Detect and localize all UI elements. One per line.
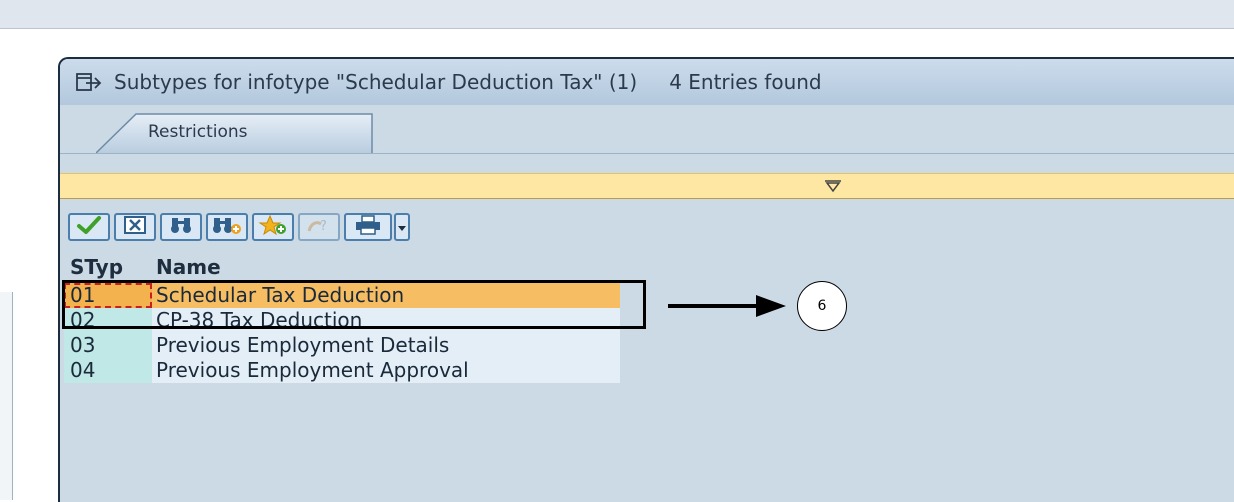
tab-restrictions-label: Restrictions	[148, 122, 248, 142]
background-window-header	[0, 0, 1234, 29]
binoculars-plus-icon	[212, 215, 242, 239]
subtype-name[interactable]: Previous Employment Approval	[152, 358, 620, 383]
print-icon	[353, 215, 383, 239]
restrictions-collapse-bar[interactable]	[60, 173, 1234, 199]
dialog-toolbar: ?	[60, 209, 410, 245]
dialog-title: Subtypes for infotype "Schedular Deducti…	[114, 70, 638, 94]
column-header-styp[interactable]: STyp	[64, 251, 152, 283]
subtype-code[interactable]: 03	[64, 333, 152, 358]
help-icon: ?	[305, 215, 333, 239]
annotation-step-badge: 6	[797, 281, 847, 331]
column-header-name[interactable]: Name	[152, 251, 620, 283]
table-header-row: STyp Name	[64, 251, 620, 283]
find-button[interactable]	[160, 213, 202, 241]
collapse-triangle-icon[interactable]	[824, 178, 842, 193]
svg-text:?: ?	[320, 219, 327, 234]
binoculars-icon	[168, 215, 194, 239]
entries-found-count: 4 Entries found	[669, 70, 822, 94]
cancel-button[interactable]	[114, 213, 156, 241]
continue-button[interactable]	[68, 213, 110, 241]
cancel-x-icon	[122, 215, 148, 239]
checkmark-icon	[76, 215, 102, 239]
star-add-icon	[258, 214, 288, 239]
add-favorite-button[interactable]	[252, 213, 294, 241]
help-button[interactable]: ?	[298, 213, 340, 241]
print-options-dropdown[interactable]	[394, 213, 410, 241]
find-next-button[interactable]	[206, 213, 248, 241]
subtype-name[interactable]: Previous Employment Details	[152, 333, 620, 358]
annotation-highlight-box	[62, 280, 646, 329]
window-menu-icon[interactable]	[76, 71, 104, 93]
subtype-code[interactable]: 04	[64, 358, 152, 383]
print-button[interactable]	[344, 213, 392, 241]
background-window-edge	[0, 292, 13, 500]
tab-restrictions[interactable]: Restrictions	[96, 113, 374, 153]
table-row[interactable]: 04 Previous Employment Approval	[64, 358, 620, 383]
dropdown-arrow-icon	[397, 218, 407, 237]
tab-strip: Restrictions	[60, 105, 1234, 154]
dialog-titlebar[interactable]: Subtypes for infotype "Schedular Deducti…	[60, 59, 1234, 105]
table-row[interactable]: 03 Previous Employment Details	[64, 333, 620, 358]
annotation-arrow-icon	[668, 295, 786, 317]
